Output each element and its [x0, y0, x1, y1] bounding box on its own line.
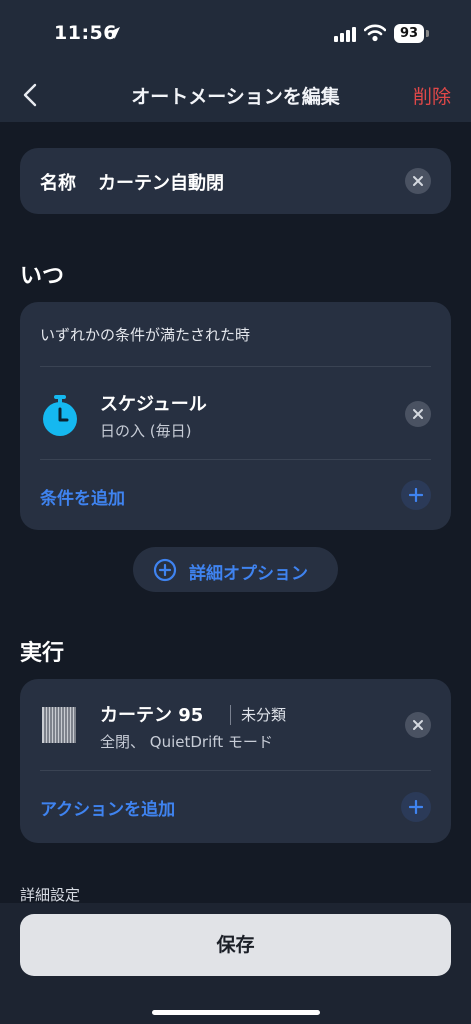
add-action-button[interactable]: アクションを追加: [40, 795, 175, 820]
divider: [40, 459, 431, 460]
wifi-icon: [364, 24, 386, 42]
timer-icon: [43, 395, 77, 436]
remove-condition-button[interactable]: [405, 401, 431, 427]
separator: [230, 705, 231, 725]
header-area: 11:56 93 オートメーションを編集 削除: [0, 0, 471, 122]
close-icon: [413, 720, 423, 730]
bottom-panel: 保存: [0, 903, 471, 1024]
name-value: カーテン自動閉: [98, 173, 224, 194]
condition-title[interactable]: スケジュール: [100, 390, 207, 416]
location-arrow-icon: [108, 27, 120, 39]
plus-icon: [409, 488, 423, 502]
delete-button[interactable]: 削除: [413, 82, 451, 109]
name-label: 名称: [40, 173, 76, 194]
name-field[interactable]: 名称 カーテン自動閉: [20, 148, 451, 214]
clear-name-button[interactable]: [405, 168, 431, 194]
close-icon: [413, 176, 423, 186]
advanced-settings-title: 詳細設定: [20, 886, 81, 904]
page-title: オートメーションを編集: [131, 86, 340, 108]
battery-nub: [426, 30, 429, 37]
save-button[interactable]: 保存: [20, 914, 451, 976]
divider: [40, 770, 431, 771]
execute-section-title: 実行: [20, 641, 65, 666]
add-action-plus-button[interactable]: [401, 792, 431, 822]
plus-icon: [409, 800, 423, 814]
condition-subtitle: 日の入 (毎日): [100, 422, 192, 440]
when-section-title: いつ: [20, 264, 65, 289]
add-condition-button[interactable]: 条件を追加: [40, 484, 125, 509]
when-card: いずれかの条件が満たされた時 スケジュール 日の入 (毎日) 条件を追加: [20, 302, 451, 530]
execute-card: カーテン 95 未分類 全閉、 QuietDrift モード アクションを追加: [20, 679, 451, 843]
home-indicator: [152, 1010, 320, 1015]
condition-mode-text[interactable]: いずれかの条件が満たされた時: [40, 324, 250, 345]
action-category: 未分類: [241, 706, 287, 724]
action-device-name[interactable]: カーテン 95: [100, 701, 203, 727]
add-condition-plus-button[interactable]: [401, 480, 431, 510]
remove-action-button[interactable]: [405, 712, 431, 738]
status-bar: 11:56 93: [0, 0, 471, 70]
curtain-icon: [42, 707, 76, 743]
close-icon: [413, 409, 423, 419]
advanced-options-button[interactable]: 詳細オプション: [133, 547, 338, 592]
plus-circle-icon: [153, 558, 177, 582]
battery-icon: 93: [394, 24, 424, 43]
signal-icon: [334, 26, 358, 42]
advanced-options-label: 詳細オプション: [189, 564, 308, 584]
action-subtitle: 全閉、 QuietDrift モード: [100, 733, 273, 751]
divider: [40, 366, 431, 367]
